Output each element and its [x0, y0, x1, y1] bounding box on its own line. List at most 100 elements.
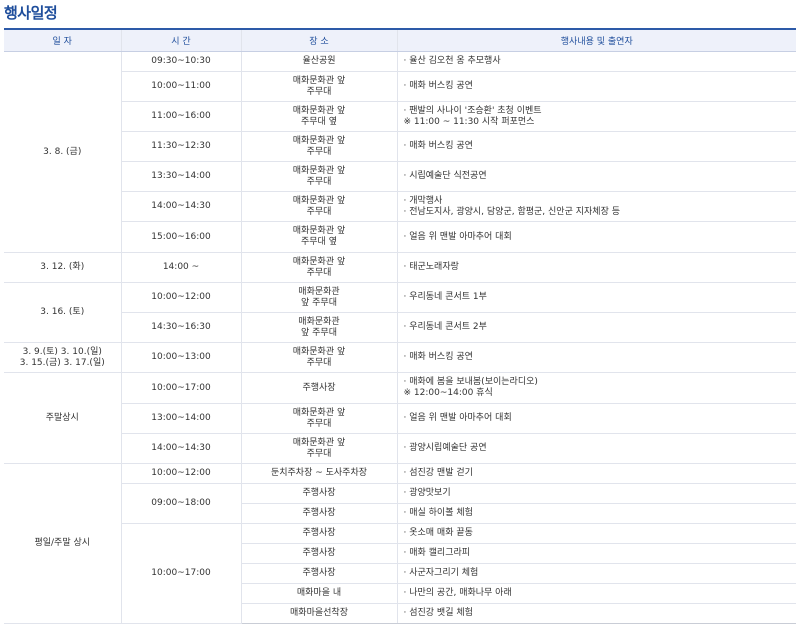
place-cell: 매화문화관 앞 주무대 옆 — [240, 221, 397, 253]
text-line: 3. 12. (화) — [40, 262, 85, 272]
table-row: 10:00~17:00 주행사장 · 옷소매 매화 끝동 — [4, 523, 796, 624]
time-cell: 09:00~18:00 — [120, 483, 241, 524]
table-row: 10:00~11:00 매화문화관 앞 주무대 · 매화 버스킹 공연 — [4, 71, 796, 102]
content-cell: · 얼음 위 맨발 아마추어 대회 — [396, 403, 796, 434]
event-schedule-table: 일 자 시 간 장 소 행사내용 및 출연자 3. 8. (금) 09:30~10… — [4, 28, 796, 624]
place-cell: 주행사장 — [240, 372, 397, 404]
date-cell: 평일/주말 상시 — [4, 463, 121, 624]
content-cell: · 옷소매 매화 끝동 — [396, 523, 796, 544]
page: { "title": "행사일정", "headers": ["일 자", "시… — [0, 0, 800, 624]
text-line: 주무대 — [306, 448, 332, 459]
time-cell: 10:00~17:00 — [120, 372, 241, 404]
content-cell: · 매화 버스킹 공연 — [396, 131, 796, 162]
text-line: 매화문화관 앞 — [292, 437, 346, 448]
date-cell: 3. 16. (토) — [4, 282, 121, 343]
content-cell: · 섬진강 맨발 걷기 — [396, 463, 796, 484]
header-date: 일 자 — [4, 28, 121, 52]
text-line: 주무대 옆 — [301, 237, 337, 247]
text-line: 3. 15.(금) 3. 17.(일) — [19, 357, 105, 368]
text-line: 주행사장 — [302, 528, 336, 538]
text-line: 주무대 — [306, 206, 332, 217]
time-cell: 10:00~12:00 — [120, 463, 241, 484]
text-line: ※ 12:00~14:00 휴식 — [403, 388, 493, 398]
content-cell: · 우리동네 콘서트 2부 — [396, 312, 796, 343]
time-cell: 14:00~14:30 — [120, 191, 241, 222]
text-line: 율산공원 — [302, 56, 336, 66]
text-line: 매화문화관 앞 — [292, 165, 346, 176]
date-cell: 3. 8. (금) — [4, 51, 121, 253]
content-cell: · 율산 김오천 옹 추모행사 — [396, 51, 796, 72]
place-cell: 매화문화관 앞 주무대 옆 — [240, 101, 397, 132]
text-line: 주무대 — [306, 146, 332, 157]
place-cell: 둔치주차장 ~ 도사주차장 — [240, 463, 397, 484]
time-cell: 10:00~13:00 — [120, 342, 241, 373]
table-header-row: 일 자 시 간 장 소 행사내용 및 출연자 — [4, 28, 796, 52]
place-cell: 매화문화관 앞 주무대 — [240, 161, 397, 192]
text-line: 매화문화관 — [298, 316, 340, 327]
table-row: 3. 8. (금) 09:30~10:30 율산공원 · 율산 김오천 옹 추모행사 — [4, 51, 796, 253]
text-line: · 전남도지사, 광양시, 담양군, 함평군, 신안군 지자체장 등 — [403, 206, 621, 217]
content-cell: · 태군노래자랑 — [396, 252, 796, 283]
content-cell: · 얼음 위 맨발 아마추어 대회 — [396, 221, 796, 253]
place-cell: 매화마을선착장 — [240, 603, 397, 624]
time-cell: 13:00~14:00 — [120, 403, 241, 434]
text-line: 주무대 — [306, 86, 332, 97]
text-line: · 매화에 봄을 보내봄(보이는라디오) — [403, 377, 538, 387]
text-line: 주행사장 — [302, 488, 336, 498]
content-cell: · 광양시립예술단 공연 — [396, 433, 796, 464]
content-cell: · 매화 버스킹 공연 — [396, 342, 796, 373]
table-row: 11:00~16:00 매화문화관 앞 주무대 옆 · 팬발의 사나이 '조승환' 초… — [4, 101, 796, 132]
time-cell: 14:00~14:30 — [120, 433, 241, 464]
text-line: · 시립예술단 식전공연 — [403, 171, 487, 181]
text-line: 앞 주무대 — [301, 297, 337, 308]
text-line: · 섬진강 뱃길 체험 — [403, 608, 473, 618]
text-line: 매화문화관 앞 — [292, 346, 346, 357]
content-cell: · 매화에 봄을 보내봄(보이는라디오) ※ 12:00~14:00 휴식 — [396, 372, 796, 404]
text-line: · 우리동네 콘서트 1부 — [403, 292, 487, 302]
text-line: ※ 11:00 ~ 11:30 시작 퍼포먼스 — [403, 116, 535, 127]
content-cell: · 매화 캘리그라피 — [396, 543, 796, 564]
page-title: 행사일정 — [4, 4, 58, 22]
text-line: · 섬진강 맨발 걷기 — [403, 468, 473, 478]
date-cell: 주말상시 — [4, 372, 121, 464]
text-line: · 팬발의 사나이 '조승환' 초청 이벤트 — [403, 105, 542, 116]
text-line: 주무대 — [306, 176, 332, 187]
place-cell: 매화문화관 앞 주무대 — [240, 342, 397, 373]
time-cell: 10:00~17:00 — [120, 523, 241, 624]
table-row: 14:30~16:30 매화문화관 앞 주무대 · 우리동네 콘서트 2부 — [4, 312, 796, 343]
place-cell: 주행사장 — [240, 483, 397, 504]
place-cell: 주행사장 — [240, 503, 397, 524]
place-cell: 율산공원 — [240, 51, 397, 72]
text-line: 3. 8. (금) — [43, 146, 82, 157]
text-line: · 율산 김오천 옹 추모행사 — [403, 56, 501, 66]
table-row: 3. 16. (토) 10:00~12:00 매화문화관 앞 주무대 · 우리동네 콘서… — [4, 282, 796, 343]
place-cell: 매화문화관 앞 주무대 — [240, 403, 397, 434]
time-cell: 14:30~16:30 — [120, 312, 241, 343]
table-row: 3. 12. (화) 14:00 ~ 매화문화관 앞 주무대 · 태군노래자랑 — [4, 252, 796, 283]
place-cell: 매화문화관 앞 주무대 — [240, 191, 397, 222]
text-line: 매화마을선착장 — [290, 608, 348, 618]
text-line: · 얼음 위 맨발 아마추어 대회 — [403, 413, 512, 423]
date-cell: 3. 12. (화) — [4, 252, 121, 283]
text-line: 주행사장 — [302, 508, 336, 518]
content-cell: · 광양맛보기 — [396, 483, 796, 504]
table-row: 13:00~14:00 매화문화관 앞 주무대 · 얼음 위 맨발 아마추어 대회 — [4, 403, 796, 434]
text-line: 매화문화관 앞 — [292, 75, 346, 86]
time-cell: 14:00 ~ — [120, 252, 241, 283]
text-line: 주행사장 — [302, 548, 336, 558]
time-cell: 10:00~11:00 — [120, 71, 241, 102]
time-cell: 11:30~12:30 — [120, 131, 241, 162]
place-cell: 매화문화관 앞 주무대 — [240, 433, 397, 464]
table-row: 14:00~14:30 매화문화관 앞 주무대 · 광양시립예술단 공연 — [4, 433, 796, 464]
text-line: 매화문화관 앞 — [292, 105, 346, 116]
header-content: 행사내용 및 출연자 — [396, 28, 796, 52]
table-row: 09:00~18:00 주행사장 · 광양맛보기 — [4, 483, 796, 524]
place-cell: 매화문화관 앞 주무대 — [240, 71, 397, 102]
text-line: · 매화 버스킹 공연 — [403, 352, 473, 362]
text-line: 주무대 — [306, 418, 332, 429]
table-row: 11:30~12:30 매화문화관 앞 주무대 · 매화 버스킹 공연 — [4, 131, 796, 162]
table-row: 주말상시 10:00~17:00 주행사장 · 매화에 봄을 보내봄(보이는라디오) ※… — [4, 372, 796, 464]
text-line: 둔치주차장 ~ 도사주차장 — [270, 468, 368, 478]
table-row: 13:30~14:00 매화문화관 앞 주무대 · 시립예술단 식전공연 — [4, 161, 796, 192]
table-row: 평일/주말 상시 10:00~12:00 둔치주차장 ~ 도사주차장 · 섬진강 맨발… — [4, 463, 796, 624]
